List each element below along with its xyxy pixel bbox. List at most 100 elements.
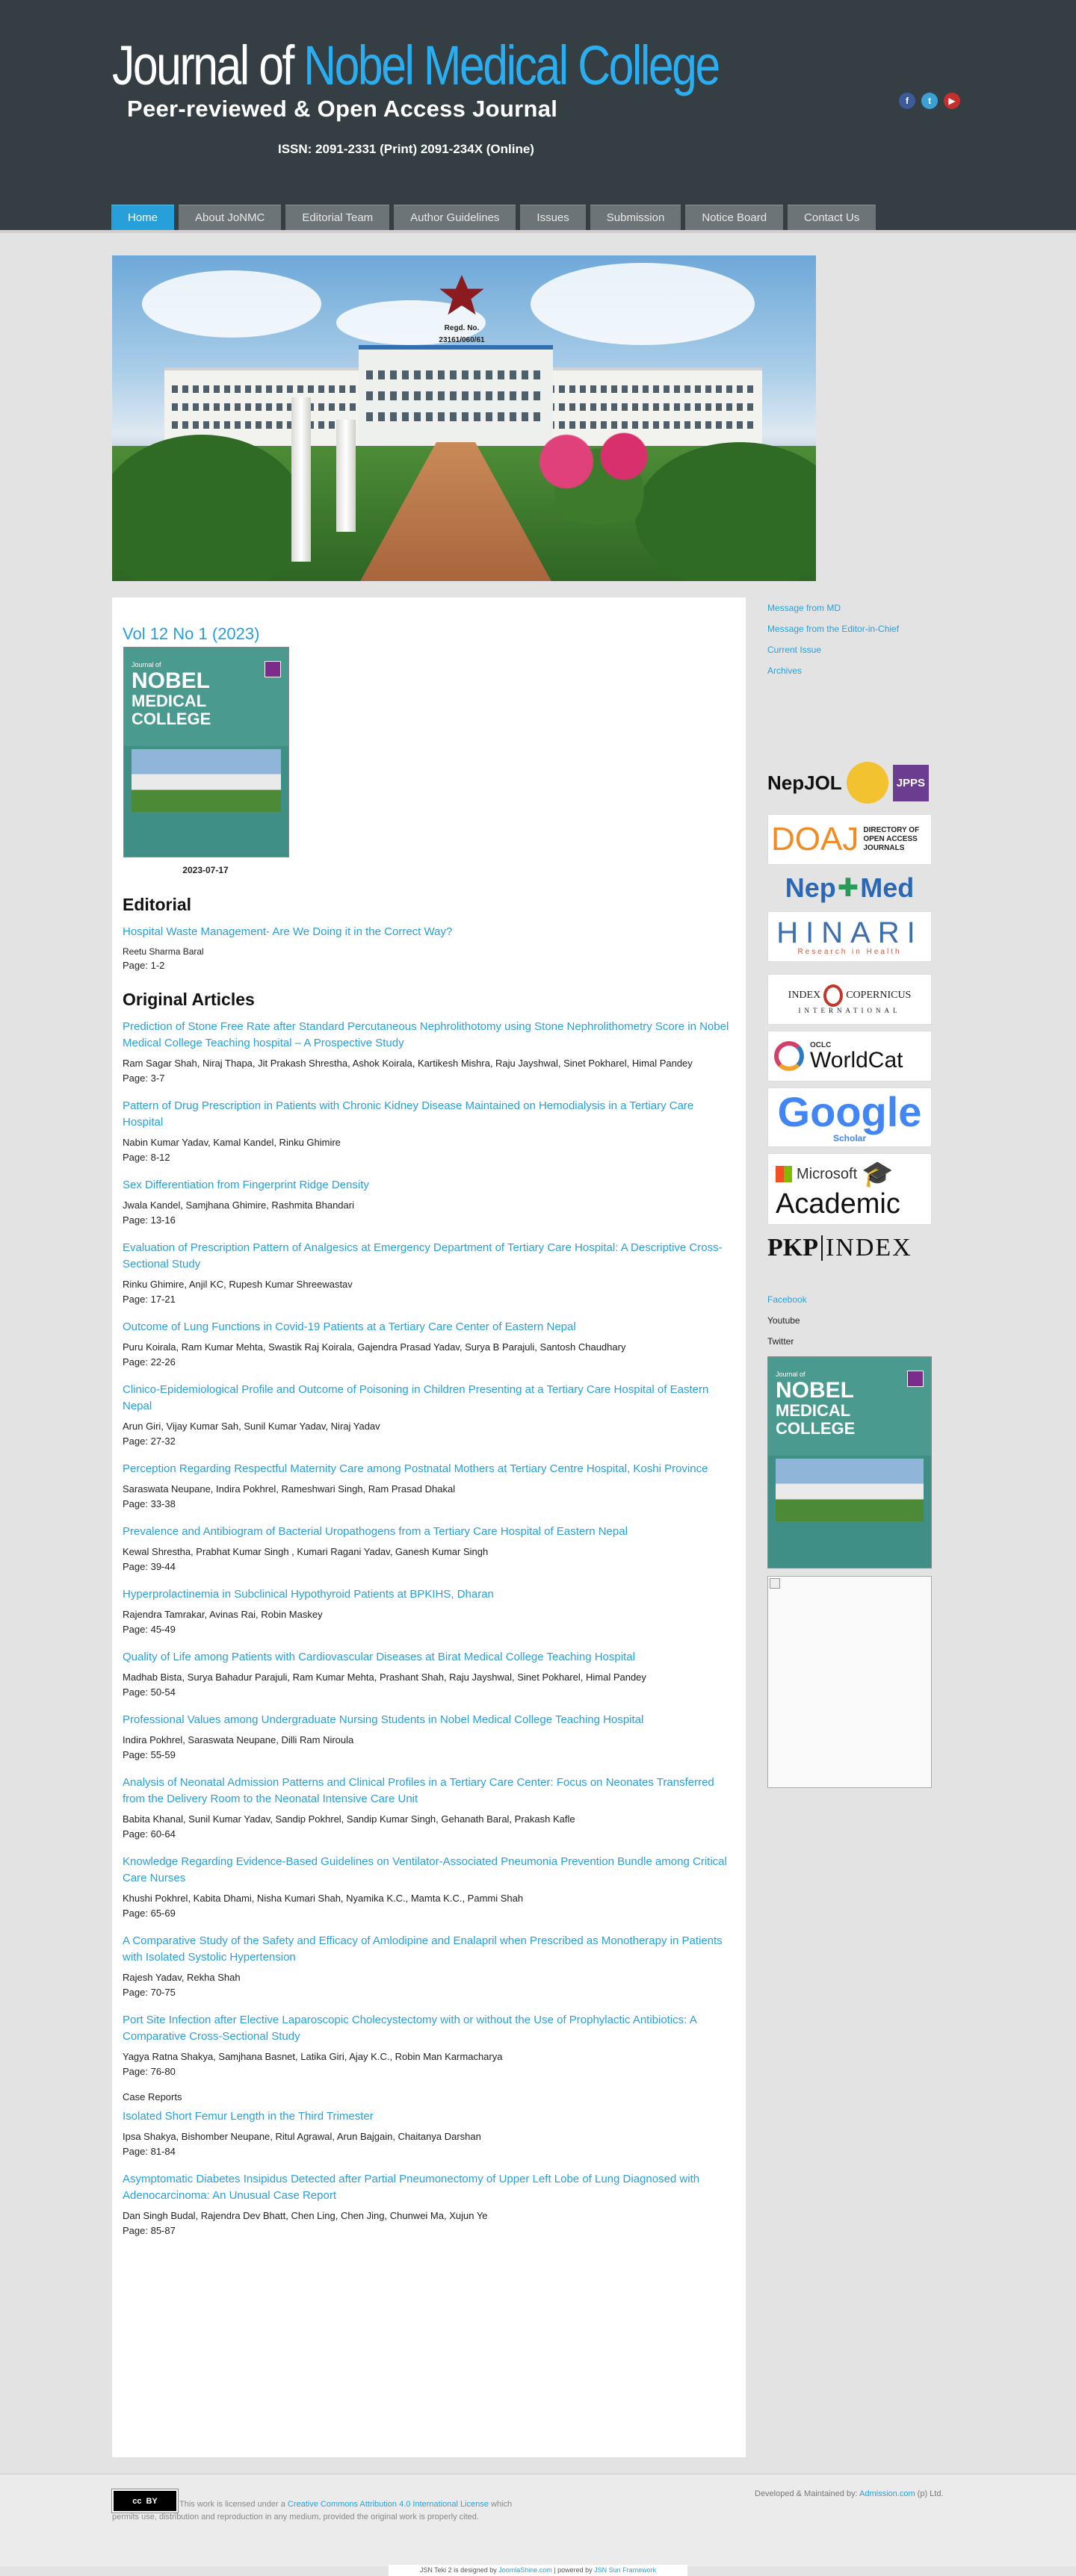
- article-title-link[interactable]: Pattern of Drug Prescription in Patients…: [123, 1098, 735, 1131]
- site-footer: cc BY This work is licensed under a Creat…: [0, 2474, 1076, 2566]
- article-title-link[interactable]: Isolated Short Femur Length in the Third…: [123, 2108, 735, 2125]
- article-item: Hyperprolactinemia in Subclinical Hypoth…: [123, 1586, 735, 1637]
- youtube-icon[interactable]: ▶: [944, 93, 960, 109]
- article-pages: Page: 60-64: [123, 1828, 176, 1840]
- nepjol-jpps-logo[interactable]: NepJOL JPPS: [767, 757, 932, 808]
- article-item: Clinico-Epidemiological Profile and Outc…: [123, 1382, 735, 1449]
- article-authors: Rajesh Yadav, Rekha Shah: [123, 1972, 241, 1983]
- nav-notice-board[interactable]: Notice Board: [685, 205, 784, 230]
- nav-editorial-team[interactable]: Editorial Team: [285, 205, 390, 230]
- article-authors: Nabin Kumar Yadav, Kamal Kandel, Rinku G…: [123, 1137, 341, 1148]
- sidebar-journal-cover[interactable]: Journal of NOBEL MEDICAL COLLEGE: [767, 1356, 932, 1568]
- article-item: Outcome of Lung Functions in Covid-19 Pa…: [123, 1319, 735, 1370]
- nav-about[interactable]: About JoNMC: [179, 205, 282, 230]
- article-title-link[interactable]: Quality of Life among Patients with Card…: [123, 1649, 735, 1666]
- article-title-link[interactable]: A Comparative Study of the Safety and Ef…: [123, 1933, 735, 1966]
- article-authors: Madhab Bista, Surya Bahadur Parajuli, Ra…: [123, 1672, 646, 1683]
- sidebar-link-current-issue[interactable]: Current Issue: [767, 639, 939, 660]
- article-item: Asymptomatic Diabetes Insipidus Detected…: [123, 2171, 735, 2238]
- sidebar-link-facebook[interactable]: Facebook: [767, 1289, 939, 1310]
- worldcat-logo[interactable]: OCLC WorldCat: [767, 1031, 932, 1081]
- copernicus-icon: [823, 984, 844, 1007]
- sidebar-link-message-md[interactable]: Message from MD: [767, 598, 939, 618]
- article-title-link[interactable]: Analysis of Neonatal Admission Patterns …: [123, 1775, 735, 1807]
- article-title-link[interactable]: Asymptomatic Diabetes Insipidus Detected…: [123, 2171, 735, 2204]
- article-pages: Page: 45-49: [123, 1624, 176, 1635]
- issue-title[interactable]: Vol 12 No 1 (2023): [123, 624, 735, 644]
- sidebar-link-archives[interactable]: Archives: [767, 660, 939, 681]
- doaj-logo[interactable]: DOAJ DIRECTORY OF OPEN ACCESS JOURNALS: [767, 814, 932, 865]
- logo-tagline: Peer-reviewed & Open Access Journal: [127, 96, 558, 122]
- article-title-link[interactable]: Evaluation of Prescription Pattern of An…: [123, 1240, 735, 1273]
- nav-contact-us[interactable]: Contact Us: [788, 205, 876, 230]
- article-item: Pattern of Drug Prescription in Patients…: [123, 1098, 735, 1165]
- cross-icon: ✚: [837, 874, 859, 902]
- sidebar-link-youtube[interactable]: Youtube: [767, 1310, 939, 1331]
- journal-logo[interactable]: Journal of Nobel Medical College Peer-re…: [112, 36, 852, 122]
- sidebar-link-message-editor[interactable]: Message from the Editor-in-Chief: [767, 618, 939, 639]
- article-title-link[interactable]: Knowledge Regarding Evidence-Based Guide…: [123, 1854, 735, 1887]
- article-pages: Page: 65-69: [123, 1908, 176, 1919]
- article-item: Professional Values among Undergraduate …: [123, 1712, 735, 1763]
- article-title-link[interactable]: Professional Values among Undergraduate …: [123, 1712, 735, 1728]
- article-authors: Rajendra Tamrakar, Avinas Rai, Robin Mas…: [123, 1609, 323, 1620]
- issn-text: ISSN: 2091-2331 (Print) 2091-234X (Onlin…: [278, 142, 534, 156]
- article-title-link[interactable]: Sex Differentiation from Fingerprint Rid…: [123, 1177, 735, 1194]
- article-title-link[interactable]: Hyperprolactinemia in Subclinical Hypoth…: [123, 1586, 735, 1603]
- nav-author-guidelines[interactable]: Author Guidelines: [394, 205, 516, 230]
- article-authors: Kewal Shrestha, Prabhat Kumar Singh , Ku…: [123, 1546, 489, 1557]
- facebook-icon[interactable]: f: [899, 93, 915, 109]
- article-pages: Page: 76-80: [123, 2066, 176, 2077]
- article-pages: Page: 50-54: [123, 1686, 176, 1698]
- article-authors: Yagya Ratna Shakya, Samjhana Basnet, Lat…: [123, 2051, 503, 2062]
- issue-cover-image[interactable]: Journal of NOBEL MEDICAL COLLEGE: [123, 647, 289, 857]
- article-authors: Arun Giri, Vijay Kumar Sah, Sunil Kumar …: [123, 1421, 380, 1432]
- nav-issues[interactable]: Issues: [520, 205, 586, 230]
- nepjol-badge-icon: [846, 762, 888, 804]
- pkp-index-logo[interactable]: PKP INDEX: [767, 1231, 932, 1265]
- article-pages: Page: 13-16: [123, 1214, 176, 1226]
- nepmed-logo[interactable]: Nep ✚ Med: [767, 871, 932, 905]
- microsoft-academic-logo[interactable]: Microsoft 🎓 Academic: [767, 1153, 932, 1225]
- article-authors: Rinku Ghimire, Anjil KC, Rupesh Kumar Sh…: [123, 1279, 353, 1290]
- section-original-articles: Original Articles: [123, 990, 255, 1009]
- article-item: Quality of Life among Patients with Card…: [123, 1649, 735, 1700]
- joomlashine-link[interactable]: JoomlaShine.com: [498, 2566, 552, 2574]
- article-title-link[interactable]: Clinico-Epidemiological Profile and Outc…: [123, 1382, 735, 1415]
- article-title-link[interactable]: Prediction of Stone Free Rate after Stan…: [123, 1019, 735, 1052]
- article-authors: Indira Pokhrel, Saraswata Neupane, Dilli…: [123, 1734, 354, 1745]
- article-title-link[interactable]: Hospital Waste Management- Are We Doing …: [123, 924, 735, 940]
- article-pages: Page: 55-59: [123, 1749, 176, 1760]
- article-pages: Page: 85-87: [123, 2225, 176, 2236]
- developer-link[interactable]: Admission.com: [859, 2489, 915, 2498]
- article-title-link[interactable]: Port Site Infection after Elective Lapar…: [123, 2012, 735, 2045]
- article-pages: Page: 1-2: [123, 960, 165, 971]
- article-pages: Page: 39-44: [123, 1561, 176, 1572]
- nav-submission[interactable]: Submission: [590, 205, 681, 230]
- article-authors: Babita Khanal, Sunil Kumar Yadav, Sandip…: [123, 1813, 575, 1825]
- article-item: Evaluation of Prescription Pattern of An…: [123, 1240, 735, 1307]
- nav-home[interactable]: Home: [111, 205, 175, 230]
- article-pages: Page: 81-84: [123, 2146, 176, 2157]
- article-pages: Page: 70-75: [123, 1987, 176, 1998]
- article-pages: Page: 22-26: [123, 1356, 176, 1368]
- sidebar-link-twitter[interactable]: Twitter: [767, 1331, 939, 1352]
- index-copernicus-logo[interactable]: INDEX COPERNICUS INTERNATIONAL: [767, 974, 932, 1025]
- article-pages: Page: 33-38: [123, 1498, 176, 1509]
- license-link[interactable]: Creative Commons Attribution 4.0 Interna…: [288, 2500, 489, 2509]
- article-item: Port Site Infection after Elective Lapar…: [123, 2012, 735, 2079]
- article-title-link[interactable]: Prevalence and Antibiogram of Bacterial …: [123, 1524, 735, 1540]
- sun-framework-link[interactable]: JSN Sun Framework: [594, 2566, 656, 2574]
- hinari-logo[interactable]: HINARI Research in Health: [767, 911, 932, 962]
- article-title-link[interactable]: Outcome of Lung Functions in Covid-19 Pa…: [123, 1319, 735, 1335]
- graduation-cap-icon: 🎓: [862, 1160, 894, 1188]
- article-title-link[interactable]: Perception Regarding Respectful Maternit…: [123, 1461, 735, 1477]
- article-pages: Page: 3-7: [123, 1073, 165, 1084]
- twitter-icon[interactable]: t: [921, 93, 938, 109]
- google-scholar-logo[interactable]: Google Scholar: [767, 1087, 932, 1147]
- hero-college-image: Regd. No. 23161/060/61: [112, 255, 816, 581]
- license-text: This work is licensed under a Creative C…: [112, 2500, 513, 2521]
- article-item: Analysis of Neonatal Admission Patterns …: [123, 1775, 735, 1842]
- worldcat-icon: [774, 1041, 804, 1071]
- current-issue-content: Vol 12 No 1 (2023) Journal of NOBEL MEDI…: [112, 598, 746, 2457]
